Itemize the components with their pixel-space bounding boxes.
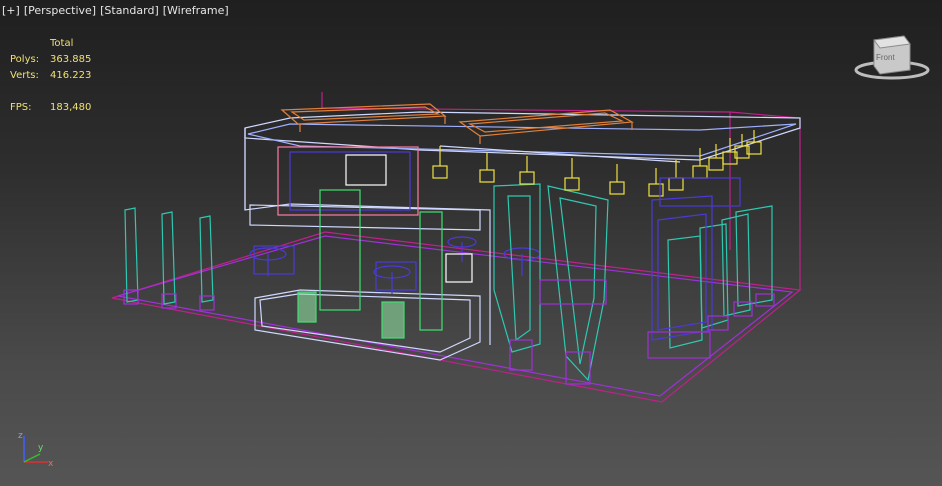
y-axis-line (23, 453, 41, 463)
pillar-bases (123, 289, 215, 311)
right-panels (667, 205, 773, 349)
right-sign (659, 177, 741, 207)
y-axis-label: y (38, 443, 44, 453)
viewport-perspective[interactable]: [+] [Perspective] [Standard] [Wireframe]… (0, 0, 942, 486)
z-axis-label: z (18, 431, 23, 441)
left-box (244, 128, 491, 361)
green-panels (297, 189, 443, 339)
view-cube-face-label: Front (876, 53, 895, 62)
sign-board (289, 151, 411, 211)
wireframe-scene[interactable] (0, 0, 942, 486)
center-doors (493, 183, 609, 382)
floor-outline-inner (117, 235, 794, 397)
sign-logo (345, 154, 387, 186)
view-cube[interactable]: Front (852, 30, 932, 84)
right-frame-blue (651, 195, 713, 341)
x-axis-label: x (48, 459, 54, 469)
display-box (445, 253, 473, 283)
tables-chairs (249, 236, 541, 294)
floor-outline (111, 231, 802, 403)
hanging-lights (432, 130, 762, 197)
door-bases (509, 279, 607, 385)
axis-gizmo: z y x (18, 431, 54, 469)
